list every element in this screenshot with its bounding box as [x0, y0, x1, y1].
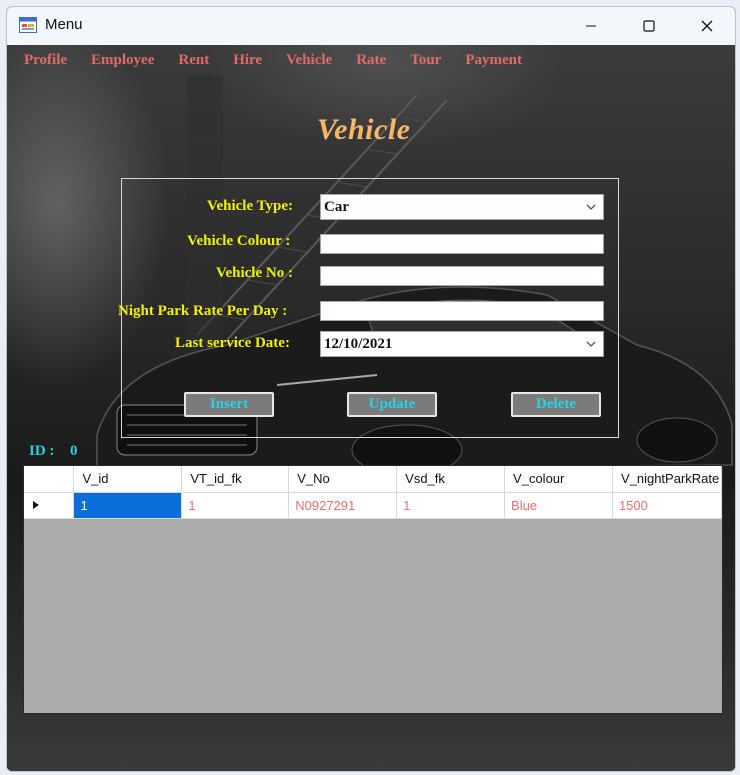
column-header[interactable]: Vsd_fk: [396, 466, 506, 493]
column-header[interactable]: V_colour: [504, 466, 613, 493]
last-service-date-value: 12/10/2021: [324, 336, 393, 352]
table-cell[interactable]: 1500: [612, 492, 722, 519]
column-header[interactable]: V_nightParkRate: [612, 466, 722, 493]
close-icon: [701, 20, 713, 32]
app-form-icon: [19, 17, 37, 33]
maximize-button[interactable]: [619, 7, 679, 45]
maximize-icon: [643, 20, 655, 32]
vehicle-colour-input[interactable]: [320, 234, 604, 254]
page-title: Vehicle: [317, 113, 411, 146]
menu-bar: Profile Employee Rent Hire Vehicle Rate …: [7, 45, 735, 75]
column-header[interactable]: VT_id_fk: [181, 466, 290, 493]
vehicle-no-label: Vehicle No :: [216, 265, 293, 281]
table-cell[interactable]: Blue: [504, 492, 613, 519]
window-title: Menu: [45, 16, 83, 33]
table-cell[interactable]: N0927291: [288, 492, 398, 519]
column-header[interactable]: V_id: [73, 466, 183, 493]
menu-hire[interactable]: Hire: [221, 46, 274, 74]
vehicle-colour-label: Vehicle Colour :: [187, 233, 291, 249]
menu-vehicle[interactable]: Vehicle: [274, 46, 344, 74]
vehicle-no-input[interactable]: [320, 266, 604, 286]
current-row-arrow-icon: [33, 500, 39, 509]
table-header-row: V_id VT_id_fk V_No Vsd_fk V_colour V_nig…: [24, 466, 722, 493]
chevron-down-icon: [586, 341, 596, 347]
vehicle-table: V_id VT_id_fk V_No Vsd_fk V_colour V_nig…: [24, 466, 722, 519]
close-button[interactable]: [677, 7, 735, 45]
vehicle-type-select[interactable]: Car: [320, 194, 604, 220]
row-selector[interactable]: [24, 492, 75, 519]
update-button[interactable]: Update: [347, 392, 437, 417]
id-label: ID :: [29, 443, 55, 459]
title-bar: Menu: [7, 7, 735, 45]
menu-profile[interactable]: Profile: [7, 46, 79, 74]
menu-payment[interactable]: Payment: [453, 46, 534, 74]
minimize-button[interactable]: [561, 7, 621, 45]
insert-button[interactable]: Insert: [184, 392, 274, 417]
vehicle-type-value: Car: [324, 199, 349, 215]
table-row[interactable]: 1 1 N0927291 1 Blue 1500: [24, 492, 722, 519]
id-value: 0: [70, 443, 78, 459]
column-header[interactable]: V_No: [288, 466, 398, 493]
last-service-date-label: Last service Date:: [175, 335, 290, 351]
client-area: Profile Employee Rent Hire Vehicle Rate …: [7, 45, 735, 771]
last-service-date-picker[interactable]: 12/10/2021: [320, 331, 604, 357]
night-park-rate-input[interactable]: [320, 301, 604, 321]
night-park-rate-label: Night Park Rate Per Day :: [118, 303, 288, 319]
delete-button[interactable]: Delete: [511, 392, 601, 417]
menu-rate[interactable]: Rate: [344, 46, 398, 74]
chevron-down-icon: [586, 204, 596, 210]
table-cell[interactable]: 1: [181, 492, 290, 519]
table-cell[interactable]: 1: [396, 492, 506, 519]
menu-window: Menu Profile Employee Rent Hire Vehicle …: [6, 6, 736, 772]
vehicle-type-label: Vehicle Type:: [207, 198, 293, 214]
table-cell[interactable]: 1: [73, 492, 183, 519]
row-header-corner: [24, 466, 75, 493]
menu-rent[interactable]: Rent: [166, 46, 221, 74]
menu-employee[interactable]: Employee: [79, 46, 166, 74]
minimize-icon: [586, 25, 596, 27]
vehicle-data-grid[interactable]: V_id VT_id_fk V_No Vsd_fk V_colour V_nig…: [23, 465, 723, 714]
menu-tour[interactable]: Tour: [398, 46, 453, 74]
